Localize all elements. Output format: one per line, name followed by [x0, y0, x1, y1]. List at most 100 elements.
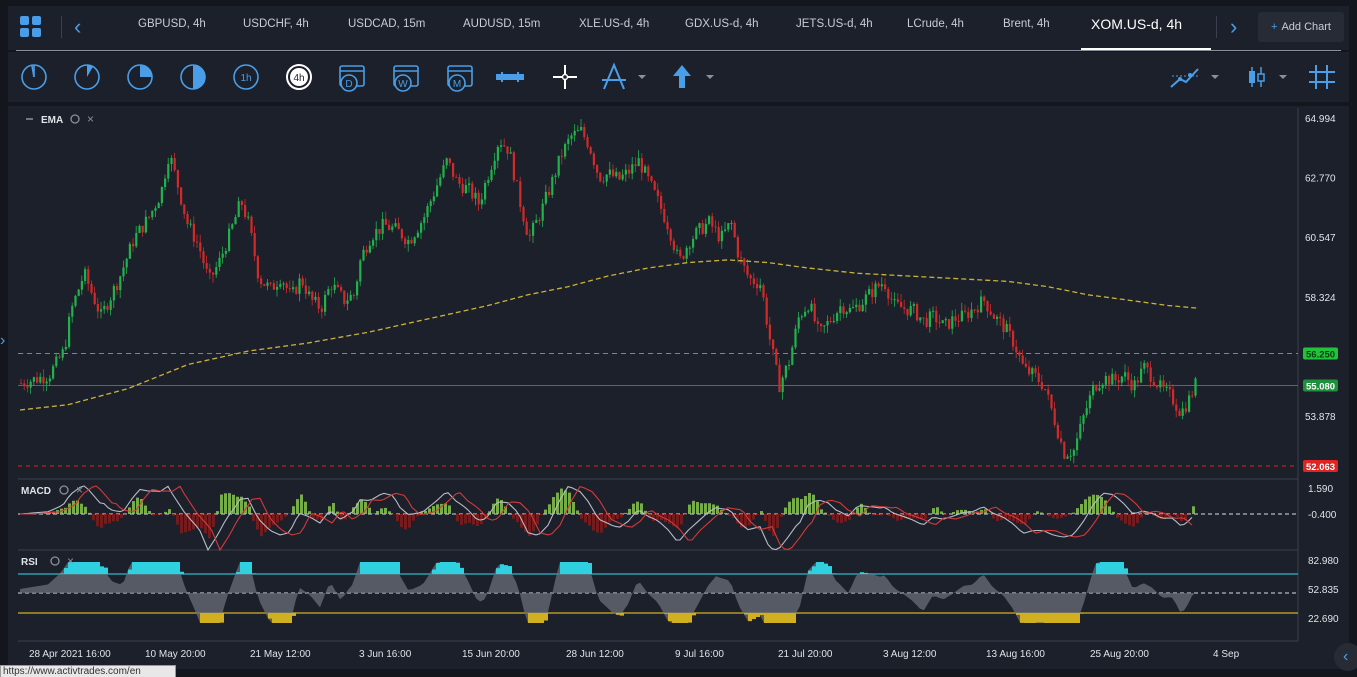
ruler-icon[interactable] — [494, 62, 526, 92]
layout-grid-icon[interactable] — [20, 16, 42, 38]
candle — [1117, 380, 1120, 383]
ema-close-icon[interactable]: × — [87, 112, 94, 126]
candle — [682, 256, 685, 259]
chart-area[interactable]: 64.994 62.770 60.547 58.324 53.878 56.250 55.0… — [8, 106, 1349, 669]
clock-15m-icon[interactable] — [124, 62, 156, 92]
tab-4[interactable]: AUDUSD, 15m — [463, 18, 540, 30]
tab-6[interactable]: GDX.US-d, 4h — [685, 18, 759, 30]
candle — [980, 296, 983, 313]
macd-histogram-bar — [1116, 514, 1119, 518]
candle — [346, 300, 349, 304]
macd-histogram-bar — [624, 512, 627, 514]
candle — [938, 322, 941, 324]
clock-30m-icon[interactable] — [177, 62, 209, 92]
candle — [1194, 378, 1197, 396]
clock-5m-icon[interactable] — [71, 62, 103, 92]
candles[interactable] — [20, 119, 1197, 464]
candle — [1136, 380, 1139, 383]
macd-histogram-bar — [784, 507, 787, 514]
macd-histogram-bar — [376, 510, 379, 514]
tab-2[interactable]: USDCHF, 4h — [243, 18, 309, 30]
candle — [656, 189, 659, 196]
macd-histogram-bar — [388, 511, 391, 514]
candle — [967, 311, 970, 319]
add-chart-button[interactable]: + Add Chart — [1258, 12, 1344, 42]
tab-1[interactable]: GBPUSD, 4h — [138, 18, 206, 30]
rsi-overbought-fill — [252, 573, 256, 574]
indicator-icon[interactable] — [1168, 62, 1224, 92]
candle — [887, 289, 890, 299]
macd-close-icon[interactable]: × — [76, 483, 83, 497]
candle — [1085, 408, 1088, 416]
candle — [80, 280, 83, 290]
rsi-oversold-fill — [1036, 613, 1040, 623]
ema-settings-icon[interactable] — [70, 114, 80, 124]
candle — [973, 309, 976, 311]
tab-3[interactable]: USDCAD, 15m — [348, 18, 425, 30]
candle — [468, 183, 471, 186]
candle — [410, 239, 413, 244]
candle — [986, 300, 989, 312]
arrow-up-icon[interactable] — [666, 62, 716, 92]
macd-histogram-bar — [788, 501, 791, 514]
clock-4h-icon[interactable]: 4h — [283, 62, 315, 92]
collapse-panel-button[interactable]: ‹ — [1334, 643, 1357, 671]
tabs-prev-icon[interactable]: ‹ — [74, 14, 81, 40]
draw-tool-icon[interactable] — [598, 62, 648, 92]
candle-type-icon[interactable] — [1244, 62, 1300, 92]
tab-8[interactable]: LCrude, 4h — [907, 18, 964, 30]
macd-histogram-bar — [940, 511, 943, 514]
crosshair-icon[interactable] — [549, 62, 581, 92]
calendar-month-icon[interactable]: M — [444, 62, 476, 92]
rsi-oversold-fill — [216, 613, 220, 623]
macd-histogram-bar — [540, 514, 543, 515]
tab-10[interactable]: XOM.US-d, 4h — [1091, 16, 1182, 32]
tabs-next-icon[interactable]: › — [1230, 14, 1237, 40]
macd-axis-label: 1.590 — [1308, 484, 1333, 495]
candle — [596, 164, 599, 173]
candle — [1172, 389, 1175, 405]
rsi-label: RSI — [21, 557, 38, 568]
macd-histogram-bar — [84, 506, 87, 514]
calendar-day-icon[interactable]: D — [336, 62, 368, 92]
candle — [109, 300, 112, 310]
candle — [199, 242, 202, 252]
rsi-overbought-fill — [364, 562, 368, 574]
calendar-week-icon[interactable]: W — [390, 62, 422, 92]
candle — [173, 158, 176, 171]
candle — [650, 176, 653, 182]
rsi-oversold-fill — [272, 613, 276, 623]
tab-5[interactable]: XLE.US-d, 4h — [579, 18, 649, 30]
price-axis-label: 53.878 — [1305, 412, 1336, 423]
candle — [122, 267, 125, 277]
macd-histogram-bar — [876, 514, 879, 516]
macd-histogram-bar — [120, 514, 123, 518]
chart-canvas[interactable]: 64.994 62.770 60.547 58.324 53.878 56.250 55.0… — [8, 106, 1349, 669]
macd-settings-icon[interactable] — [59, 485, 69, 495]
rsi-close-icon[interactable]: × — [67, 554, 74, 568]
candle — [948, 319, 951, 329]
clock-1m-icon[interactable] — [18, 62, 50, 92]
candle — [1140, 368, 1143, 383]
candle — [551, 176, 554, 196]
macd-histogram-bar — [704, 503, 707, 514]
candle — [432, 196, 435, 202]
tab-7[interactable]: JETS.US-d, 4h — [796, 18, 873, 30]
macd-histogram-bar — [1132, 514, 1135, 527]
clock-1h-icon[interactable]: 1h — [230, 62, 262, 92]
macd-histogram-bar — [104, 514, 107, 524]
macd-histogram-bar — [72, 500, 75, 514]
macd-histogram-bar — [592, 514, 595, 531]
candle — [224, 250, 227, 254]
rsi-oversold-fill — [1044, 613, 1048, 623]
candle — [570, 135, 573, 139]
macd-histogram-bar — [380, 508, 383, 514]
candle — [1188, 395, 1191, 412]
candle — [64, 346, 67, 350]
macd-histogram-bar — [444, 503, 447, 514]
side-panel-expand-icon[interactable]: › — [0, 332, 5, 350]
tab-9[interactable]: Brent, 4h — [1003, 18, 1050, 30]
candle — [1191, 395, 1194, 397]
grid-icon[interactable] — [1306, 62, 1338, 92]
rsi-settings-icon[interactable] — [50, 556, 60, 566]
